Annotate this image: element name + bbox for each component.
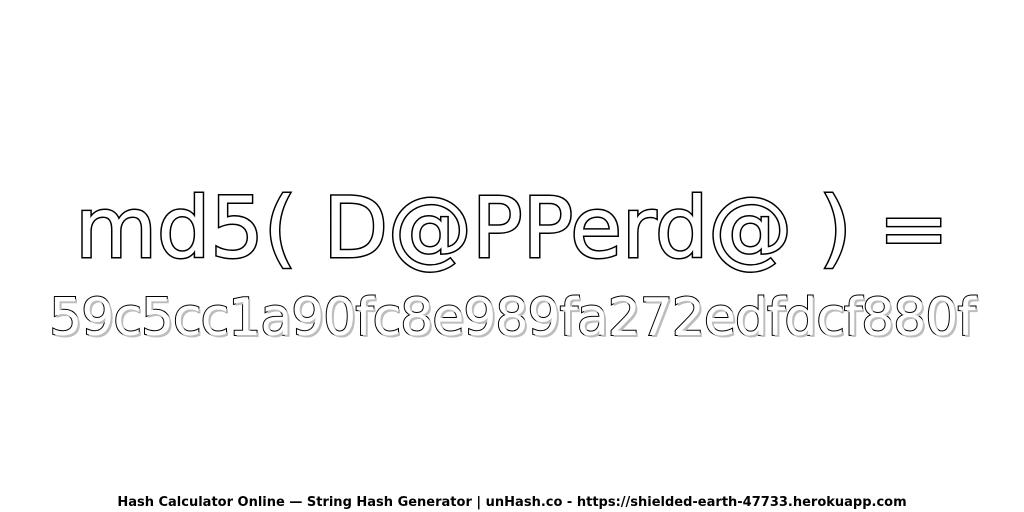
site-footer-caption: Hash Calculator Online — String Hash Gen… (117, 495, 907, 510)
md5-hash-value: 59c5cc1a90fc8e989fa272edfdcf880f (48, 287, 977, 349)
md5-expression-text: md5( D@PPerd@ ) = (74, 178, 951, 279)
hash-image-canvas: md5( D@PPerd@ ) = 59c5cc1a90fc8e989fa272… (0, 0, 1024, 512)
